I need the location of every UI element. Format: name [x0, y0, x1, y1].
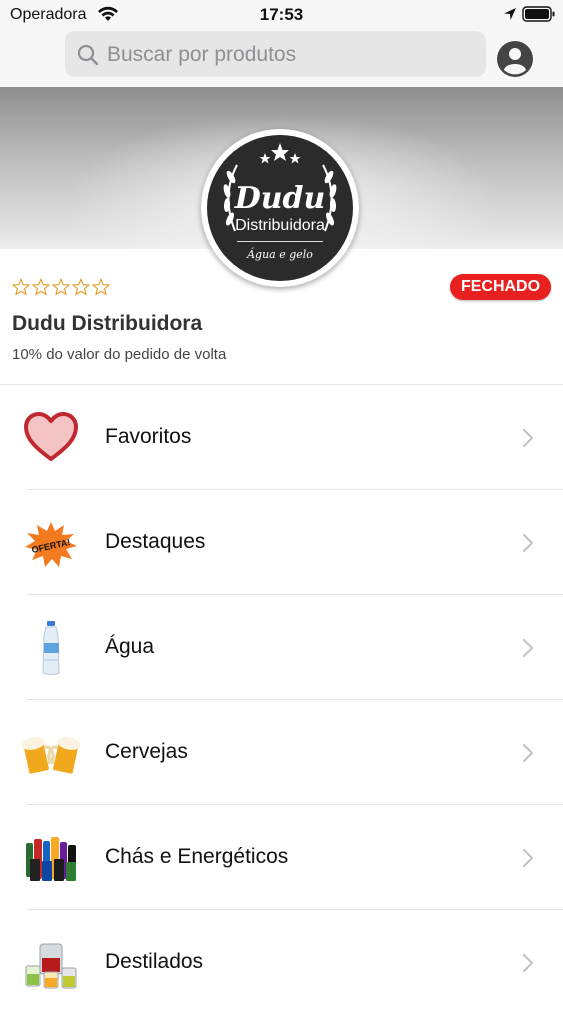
status-bar: Operadora 17:53	[0, 0, 563, 30]
category-label: Destaques	[105, 530, 206, 553]
search-bar[interactable]	[65, 31, 486, 77]
status-badge: FECHADO	[450, 274, 551, 300]
category-row-agua[interactable]: Água	[0, 595, 563, 700]
category-row-chas-energeticos[interactable]: Chás e Energéticos	[0, 805, 563, 910]
clock: 17:53	[259, 5, 304, 24]
category-label: Cervejas	[105, 740, 188, 763]
category-label: Favoritos	[105, 425, 192, 448]
logo-title: Dudu	[234, 181, 326, 216]
beer-mugs-icon	[22, 737, 80, 774]
store-logo: Dudu Distribuidora Água e gelo	[201, 129, 359, 287]
star-outline-icon	[32, 278, 50, 296]
category-label: Água	[105, 635, 155, 658]
logo-tagline: Água e gelo	[247, 248, 313, 261]
star-outline-icon	[72, 278, 90, 296]
search-icon	[77, 44, 99, 66]
search-input[interactable]	[105, 37, 479, 73]
star-outline-icon	[92, 278, 110, 296]
star-outline-icon	[12, 278, 30, 296]
water-bottle-icon	[42, 621, 60, 675]
cashback-text: 10% do valor do pedido de volta	[12, 346, 227, 363]
profile-icon[interactable]	[496, 40, 534, 78]
category-row-destaques[interactable]: OFERTA! Destaques	[0, 490, 563, 595]
category-row-favoritos[interactable]: Favoritos	[0, 385, 563, 490]
store-logo-badge: Dudu Distribuidora Água e gelo	[207, 135, 353, 281]
chevron-right-icon	[522, 428, 534, 448]
logo-subtitle: Distribuidora	[235, 217, 325, 234]
search-header	[0, 30, 563, 87]
battery-icon	[522, 6, 555, 22]
logo-divider	[237, 241, 323, 242]
chevron-right-icon	[522, 848, 534, 868]
energy-drinks-icon	[26, 837, 76, 881]
rating-stars	[12, 278, 110, 300]
heart-icon	[24, 412, 78, 461]
chevron-right-icon	[522, 743, 534, 763]
chevron-right-icon	[522, 638, 534, 658]
chevron-right-icon	[522, 953, 534, 973]
category-row-destilados[interactable]: Destilados	[0, 910, 563, 1015]
oferta-burst-icon: OFERTA!	[25, 522, 77, 567]
location-arrow-icon	[504, 8, 516, 20]
chevron-right-icon	[522, 533, 534, 553]
store-name: Dudu Distribuidora	[12, 312, 203, 335]
star-outline-icon	[52, 278, 70, 296]
spirits-glasses-icon	[25, 943, 77, 989]
category-list: Favoritos OFERTA! Destaques Água Cerveja…	[0, 385, 563, 1015]
category-label: Destilados	[105, 950, 204, 973]
category-row-cervejas[interactable]: Cervejas	[0, 700, 563, 805]
category-label: Chás e Energéticos	[105, 845, 289, 868]
